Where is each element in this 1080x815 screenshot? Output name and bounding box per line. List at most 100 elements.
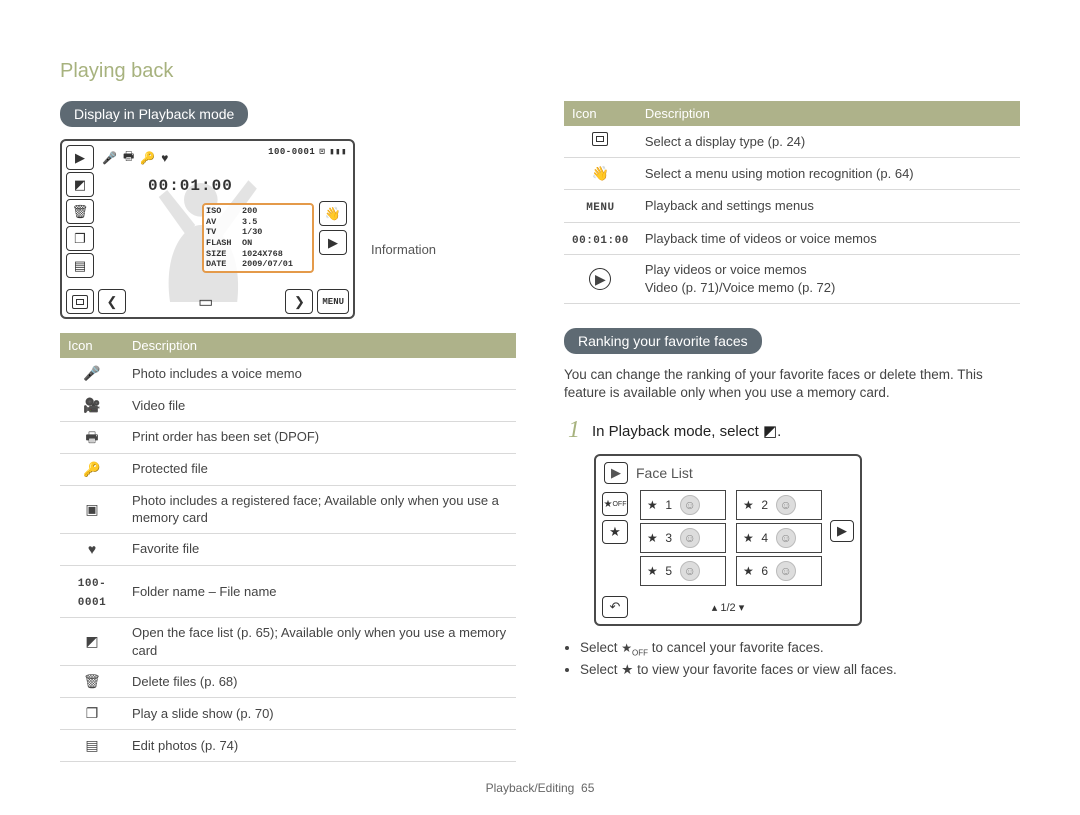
edit-icon[interactable]: ▤: [66, 253, 94, 278]
face-row[interactable]: ★ 4 ☺: [736, 523, 822, 553]
tip-view-favorite: Select ★ to view your favorite faces or …: [580, 662, 1020, 678]
lcd-right-toolbar: 👋 ▶: [319, 201, 347, 255]
lcd-top-icons: 🎤 🖶 🔑 ♥: [102, 147, 168, 168]
table-row: ♥Favorite file: [60, 533, 516, 565]
info-box: ISO200 AV3.5 TV1/30 FLASHON SIZE1024X768…: [202, 203, 314, 273]
star-icon: ★: [647, 498, 658, 512]
trash-icon: 🗑: [60, 666, 124, 698]
face-row[interactable]: ★3☺: [640, 523, 726, 553]
tips-list: Select ★OFF to cancel your favorite face…: [580, 640, 1020, 677]
file-counter: 100-0001: [268, 147, 315, 157]
face-grid: ★1☺★2☺★3☺★4☺★5☺★6☺: [640, 490, 822, 586]
face-list-icon[interactable]: ◩: [66, 172, 94, 197]
next-icon[interactable]: ❯: [285, 289, 313, 314]
left-column: Display in Playback mode ▶ ◩ 🗑 ❐ ▤ 🎤: [60, 101, 516, 762]
rank-number: 1: [664, 498, 674, 512]
description-cell: Delete files (p. 68): [124, 666, 516, 698]
rank-number: 3: [664, 531, 674, 545]
star-icon: ★: [743, 498, 754, 512]
description-cell: Play videos or voice memos Video (p. 71)…: [637, 255, 1020, 303]
face-list-lcd: ▶ Face List ★OFF ★ ★1☺★2☺★3☺★4☺★5☺★6☺ ▶ …: [594, 454, 862, 626]
tip-cancel-favorite: Select ★OFF to cancel your favorite face…: [580, 640, 1020, 657]
face-reg-icon: ▣: [60, 485, 124, 533]
rank-number: 4: [760, 531, 770, 545]
menu-button[interactable]: MENU: [317, 289, 349, 314]
table-row: 🗑Delete files (p. 68): [60, 666, 516, 698]
edit-icon: ▤: [60, 730, 124, 762]
back-icon[interactable]: ↶: [602, 596, 628, 618]
page-down-icon[interactable]: ▾: [739, 602, 745, 614]
table-row: ▣Photo includes a registered face; Avail…: [60, 485, 516, 533]
table-row: ▤Edit photos (p. 74): [60, 730, 516, 762]
trash-icon[interactable]: 🗑: [66, 199, 94, 224]
avatar: ☺: [776, 528, 796, 548]
description-cell: Print order has been set (DPOF): [124, 421, 516, 453]
table-row: MENUPlayback and settings menus: [564, 189, 1020, 222]
prev-icon[interactable]: ❮: [98, 289, 126, 314]
description-cell: Folder name – File name: [124, 565, 516, 618]
lcd-left-toolbar: ▶ ◩ 🗑 ❐ ▤: [66, 145, 94, 278]
description-cell: Playback and settings menus: [637, 189, 1020, 222]
star-off-icon: ★OFF: [621, 641, 648, 655]
description-cell: Photo includes a voice memo: [124, 358, 516, 389]
mic-icon: 🎤: [102, 151, 117, 165]
face-row[interactable]: ★5☺: [640, 556, 726, 586]
thumbnail-icon[interactable]: ▭: [130, 292, 281, 312]
icon-description-table-right: Icon Description Select a display type (…: [564, 101, 1020, 304]
table-row: Select a display type (p. 24): [564, 126, 1020, 157]
information-callout: Information: [371, 242, 436, 257]
th-icon: Icon: [60, 333, 124, 358]
playback-time: 00:01:00: [148, 177, 233, 195]
description-cell: Select a menu using motion recognition (…: [637, 157, 1020, 189]
pager: ▴ 1/2 ▾: [632, 601, 824, 614]
lcd-top-right: 100-0001 ⊡ ▮▮▮: [268, 147, 347, 157]
avatar: ☺: [680, 495, 700, 515]
favorite-icon: ♥: [161, 151, 168, 165]
display-type-icon[interactable]: [66, 289, 94, 314]
star-icon[interactable]: ★: [602, 520, 628, 544]
page-footer: Playback/Editing 65: [0, 781, 1080, 795]
face-list-icon: ◩.: [763, 423, 781, 440]
description-cell: Select a display type (p. 24): [637, 126, 1020, 157]
motion-icon: 👋: [564, 157, 637, 189]
voice-badge-icon: ⊡: [319, 147, 325, 157]
star-icon: ★: [743, 531, 754, 545]
favorite-icon: ♥: [60, 533, 124, 565]
ranking-heading: Ranking your favorite faces: [564, 328, 762, 354]
avatar: ☺: [680, 528, 700, 548]
page-up-icon[interactable]: ▴: [712, 602, 718, 614]
description-cell: Favorite file: [124, 533, 516, 565]
motion-icon[interactable]: 👋: [319, 201, 347, 226]
right-column: Icon Description Select a display type (…: [564, 101, 1020, 762]
face-row[interactable]: ★2☺: [736, 490, 822, 520]
face-row[interactable]: ★6☺: [736, 556, 822, 586]
battery-icon: ▮▮▮: [329, 147, 347, 157]
play-toggle-icon[interactable]: ▶: [66, 145, 94, 170]
table-row: 🎥Video file: [60, 389, 516, 421]
table-row: 🎤Photo includes a voice memo: [60, 358, 516, 389]
description-cell: Video file: [124, 389, 516, 421]
table-row: 🖶Print order has been set (DPOF): [60, 421, 516, 453]
description-cell: Play a slide show (p. 70): [124, 698, 516, 730]
face-list-icon: ◩: [60, 618, 124, 666]
two-column-layout: Display in Playback mode ▶ ◩ 🗑 ❐ ▤ 🎤: [60, 101, 1020, 762]
th-icon: Icon: [564, 101, 637, 126]
table-row: 👋Select a menu using motion recognition …: [564, 157, 1020, 189]
filename-text: 100-0001: [60, 565, 124, 618]
description-cell: Photo includes a registered face; Availa…: [124, 485, 516, 533]
play-icon[interactable]: ▶: [830, 520, 854, 542]
play-toggle-icon[interactable]: ▶: [604, 462, 628, 484]
page-indicator: 1/2: [720, 602, 735, 614]
face-row[interactable]: ★ 1 ☺: [640, 490, 726, 520]
mic-icon: 🎤: [60, 358, 124, 389]
menu-text: MENU: [564, 189, 637, 222]
star-off-icon[interactable]: ★OFF: [602, 492, 628, 516]
slideshow-icon[interactable]: ❐: [66, 226, 94, 251]
play-icon[interactable]: ▶: [319, 230, 347, 255]
table-row: ◩Open the face list (p. 65); Available o…: [60, 618, 516, 666]
table-row: 🔑Protected file: [60, 453, 516, 485]
page-title: Playing back: [60, 60, 1020, 83]
th-description: Description: [124, 333, 516, 358]
avatar: ☺: [776, 561, 796, 581]
lock-icon: 🔑: [140, 151, 155, 165]
